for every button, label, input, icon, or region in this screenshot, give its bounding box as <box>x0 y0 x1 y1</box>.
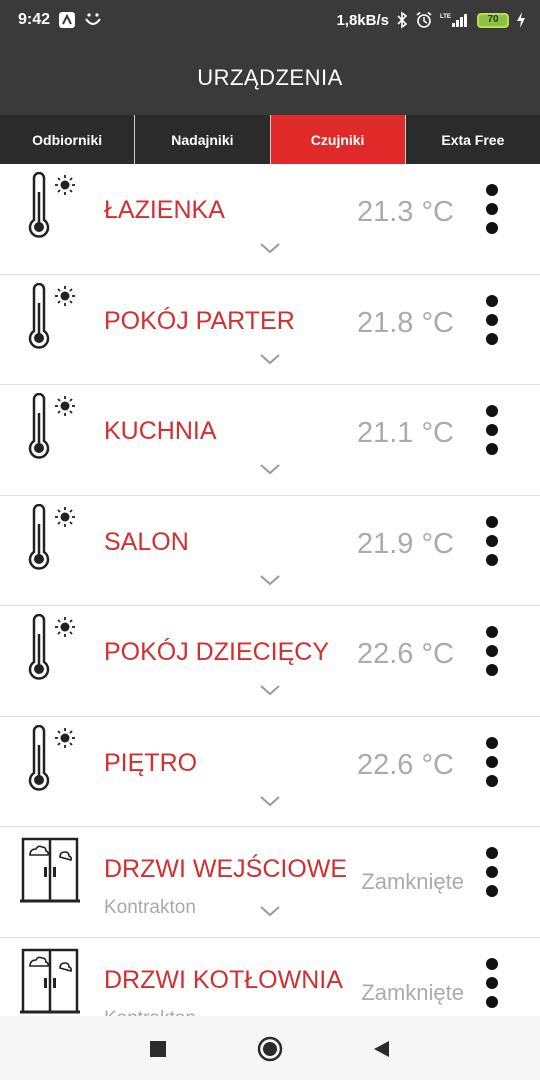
back-icon[interactable] <box>368 1036 394 1062</box>
device-value: 21.8 °C <box>356 306 454 339</box>
more-options-icon[interactable] <box>482 847 502 897</box>
thermometer-sun-icon <box>28 172 75 238</box>
status-time: 9:42 <box>18 11 51 28</box>
device-subtitle: Kontrakton <box>104 897 196 918</box>
device-row[interactable]: POKÓJ PARTER 21.8 °C <box>0 274 540 385</box>
charging-icon <box>516 12 526 28</box>
home-icon[interactable] <box>257 1036 283 1062</box>
navigation-bar <box>0 1016 540 1080</box>
device-row[interactable]: ŁAZIENKA 21.3 °C <box>0 164 540 275</box>
device-row[interactable]: KUCHNIA 21.1 °C <box>0 385 540 496</box>
thermometer-sun-icon <box>28 724 75 791</box>
status-bar: 9:42 1,8kB/s LTE 70 <box>0 0 540 40</box>
battery-icon: 70 <box>477 12 509 28</box>
more-options-icon[interactable] <box>482 405 502 455</box>
device-name: POKÓJ DZIECIĘCY <box>104 638 330 666</box>
door-sensor-icon <box>20 948 80 1013</box>
more-options-icon[interactable] <box>482 957 502 1008</box>
page-title: URZĄDZENIA <box>197 64 343 90</box>
app-bar: URZĄDZENIA <box>0 40 540 115</box>
thermometer-sun-icon <box>28 614 75 680</box>
device-list[interactable]: ŁAZIENKA 21.3 °C POKÓJ PARTER 21.8 °C KU… <box>0 164 540 1016</box>
device-row[interactable]: DRZWI WEJŚCIOWE Kontrakton Zamknięte <box>0 827 540 938</box>
device-row[interactable]: POKÓJ DZIECIĘCY 22.6 °C <box>0 606 540 717</box>
tab-nadajniki[interactable]: Nadajniki <box>135 115 271 164</box>
device-name: ŁAZIENKA <box>104 196 225 224</box>
tab-label: Exta Free <box>441 131 505 148</box>
alarm-icon <box>415 11 433 29</box>
device-name: SALON <box>104 527 189 556</box>
more-options-icon[interactable] <box>482 184 502 234</box>
device-name: DRZWI KOTŁOWNIA <box>104 965 343 994</box>
device-row[interactable]: SALON 21.9 °C <box>0 495 540 606</box>
tab-exta-free[interactable]: Exta Free <box>406 115 540 164</box>
door-sensor-icon <box>20 837 80 903</box>
device-state: Zamknięte <box>361 979 464 1005</box>
tab-czujniki[interactable]: Czujniki <box>270 115 406 164</box>
device-name: DRZWI WEJŚCIOWE <box>104 855 348 883</box>
chevron-down-icon[interactable] <box>259 574 281 586</box>
tab-bar: Odbiorniki Nadajniki Czujniki Exta Free <box>0 115 540 164</box>
device-value: 21.9 °C <box>356 527 454 560</box>
more-options-icon[interactable] <box>482 515 502 566</box>
status-left: 9:42 <box>18 11 102 29</box>
signal-icon: LTE <box>440 11 470 29</box>
device-row[interactable]: DRZWI KOTŁOWNIA Kontrakton Zamknięte <box>0 937 540 1017</box>
device-value: 21.1 °C <box>356 417 454 449</box>
tab-odbiorniki[interactable]: Odbiorniki <box>0 115 136 164</box>
battery-level: 70 <box>487 14 499 25</box>
thermometer-sun-icon <box>28 393 75 459</box>
chevron-down-icon[interactable] <box>259 353 281 365</box>
device-name: PIĘTRO <box>104 748 198 777</box>
device-subtitle: Kontrakton <box>104 1008 196 1017</box>
network-type-label: LTE <box>440 14 451 20</box>
device-value: 21.3 °C <box>356 196 454 228</box>
face-icon <box>84 11 102 29</box>
bluetooth-icon <box>396 11 408 29</box>
network-speed: 1,8kB/s <box>336 11 389 29</box>
chevron-down-icon[interactable] <box>259 242 281 254</box>
chevron-down-icon[interactable] <box>259 684 281 696</box>
chevron-down-icon[interactable] <box>259 905 281 917</box>
more-options-icon[interactable] <box>482 626 502 676</box>
device-name: POKÓJ PARTER <box>104 306 295 335</box>
app-notification-icon <box>58 11 76 29</box>
thermometer-sun-icon <box>28 282 75 349</box>
status-right: 1,8kB/s LTE 70 <box>336 11 526 29</box>
device-state: Zamknięte <box>361 869 464 894</box>
chevron-down-icon[interactable] <box>259 795 281 807</box>
recent-apps-icon[interactable] <box>145 1036 171 1062</box>
device-row[interactable]: PIĘTRO 22.6 °C <box>0 716 540 827</box>
device-value: 22.6 °C <box>356 638 454 670</box>
thermometer-sun-icon <box>28 503 75 570</box>
tab-label: Nadajniki <box>171 131 234 148</box>
chevron-down-icon[interactable] <box>259 463 281 475</box>
tab-label: Odbiorniki <box>32 131 103 148</box>
more-options-icon[interactable] <box>482 294 502 345</box>
tab-label: Czujniki <box>310 131 365 148</box>
device-name: KUCHNIA <box>104 417 217 445</box>
device-value: 22.6 °C <box>356 748 454 781</box>
more-options-icon[interactable] <box>482 736 502 787</box>
